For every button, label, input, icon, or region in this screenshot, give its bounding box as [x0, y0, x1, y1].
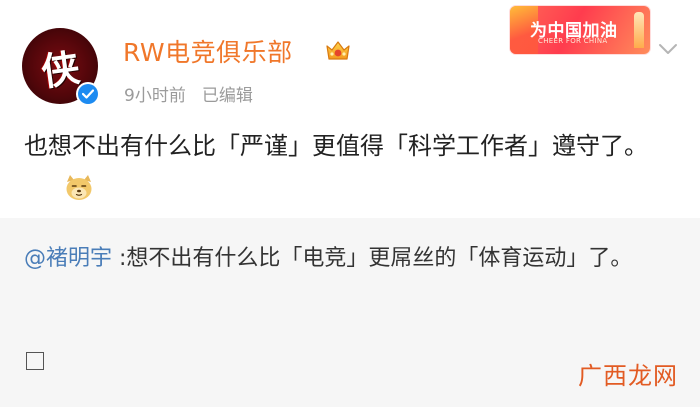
verified-check-icon	[76, 82, 100, 106]
post-text: 也想不出有什么比「严谨」更值得「科学工作者」遵守了。	[24, 132, 648, 160]
post-body: 也想不出有什么比「严谨」更值得「科学工作者」遵守了。	[24, 126, 674, 206]
chevron-down-icon[interactable]	[656, 37, 680, 61]
cheer-banner: 为中国加油 CHEER FOR CHINA	[510, 6, 650, 54]
repost-text: :想不出有什么比「电竞」更屌丝的「体育运动」了。	[112, 246, 633, 271]
watermark: 广西龙网	[578, 362, 678, 390]
edited-label: 已编辑	[201, 86, 253, 106]
post-time: 9小时前	[124, 86, 186, 106]
image-placeholder-box	[26, 352, 44, 370]
tower-decoration	[634, 12, 644, 48]
repost-body: @褚明宇 :想不出有什么比「电竞」更屌丝的「体育运动」了。	[24, 240, 674, 278]
author-name[interactable]: RW电竞俱乐部	[123, 33, 293, 69]
doge-emoji	[64, 173, 94, 201]
avatar-glyph: 侠	[38, 44, 83, 94]
crown-vip-icon	[326, 41, 350, 60]
repost-mention[interactable]: @褚明宇	[24, 246, 112, 271]
post-meta: 9小时前 已编辑	[124, 81, 253, 106]
banner-subtext: CHEER FOR CHINA	[538, 37, 608, 45]
